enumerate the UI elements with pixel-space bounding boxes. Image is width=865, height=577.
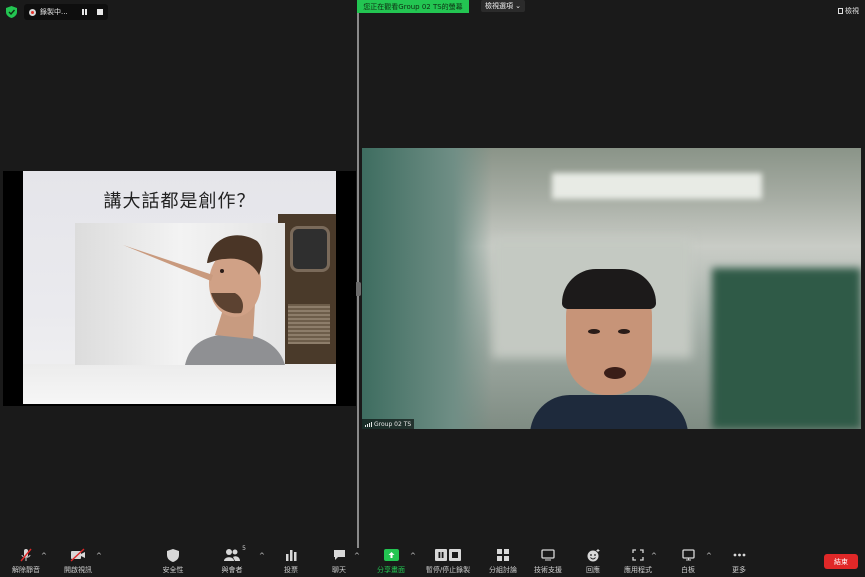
- breakout-rooms-icon: [497, 549, 509, 561]
- end-meeting-button[interactable]: 結束: [824, 554, 858, 569]
- reactions-button[interactable]: 回應: [571, 548, 615, 575]
- polls-bar-icon: [286, 550, 297, 561]
- chat-label: 聊天: [332, 566, 346, 574]
- remote-support-icon: [541, 549, 555, 561]
- whiteboards-label: 白板: [681, 566, 695, 574]
- pause-recording-icon[interactable]: [81, 9, 87, 15]
- audio-options-caret[interactable]: ^: [41, 552, 47, 560]
- share-screen-button[interactable]: 分享畫面: [369, 548, 413, 575]
- pause-stop-recording-button[interactable]: 暫停/停止錄製: [426, 548, 470, 575]
- participant-person: [530, 269, 688, 429]
- breakout-rooms-label: 分組討論: [489, 566, 517, 574]
- support-button[interactable]: 技術支援: [526, 548, 570, 575]
- shield-icon: [167, 548, 179, 562]
- slide-table-surface: [23, 364, 336, 404]
- whiteboard-icon: [681, 549, 695, 561]
- share-screen-label: 分享畫面: [377, 566, 405, 574]
- view-button[interactable]: 檢視: [838, 6, 859, 16]
- presentation-slide: 講大話都是創作？: [23, 171, 336, 404]
- signal-strength-icon: [365, 421, 372, 427]
- stop-recording-icon[interactable]: [96, 9, 103, 15]
- pause-stop-icon: [435, 549, 461, 561]
- vintage-tv-image: [278, 214, 336, 364]
- viewing-screen-banner: 您正在觀看Group 02 TS的螢幕: [357, 0, 469, 13]
- apps-label: 應用程式: [624, 566, 652, 574]
- security-button[interactable]: 安全性: [151, 548, 195, 575]
- whiteboards-button[interactable]: 白板: [666, 548, 710, 575]
- participants-count: 5: [242, 545, 246, 552]
- start-video-label: 開啟視訊: [64, 566, 92, 574]
- participant-video: [362, 148, 861, 429]
- video-options-caret[interactable]: ^: [96, 552, 102, 560]
- pause-stop-recording-label: 暫停/停止錄製: [425, 566, 471, 574]
- participants-label: 與會者: [221, 566, 243, 574]
- reactions-label: 回應: [586, 566, 600, 574]
- chat-bubble-icon: [333, 550, 345, 560]
- slide-photo-man-long-nose: [75, 223, 285, 365]
- video-off-icon: [70, 548, 85, 562]
- meeting-toolbar: 解除靜音 ^ 開啟視訊 ^ 安全性 5 與會者 ^ 投票 聊天 ^ 分享畫面 ^…: [0, 545, 865, 577]
- slide-title: 講大話都是創作？: [103, 191, 256, 212]
- security-shield-icon[interactable]: [6, 6, 17, 18]
- unmute-label: 解除靜音: [12, 566, 40, 574]
- split-divider[interactable]: [357, 13, 359, 548]
- more-label: 更多: [732, 566, 746, 574]
- share-options-caret[interactable]: ^: [410, 552, 416, 560]
- reactions-smiley-icon: [587, 548, 599, 561]
- apps-icon: [632, 549, 644, 561]
- share-screen-icon: [383, 549, 399, 561]
- view-button-label: 檢視: [845, 7, 859, 15]
- breakout-rooms-button[interactable]: 分組討論: [481, 548, 525, 575]
- security-label: 安全性: [162, 566, 184, 574]
- view-options-button[interactable]: 檢視選項 ⌄: [481, 0, 525, 12]
- whiteboards-options-caret[interactable]: ^: [706, 552, 712, 560]
- recording-indicator: 錄製中...: [24, 4, 108, 20]
- chat-options-caret[interactable]: ^: [354, 552, 360, 560]
- microphone-muted-icon: [20, 548, 32, 562]
- polls-button[interactable]: 投票: [269, 548, 313, 575]
- more-button[interactable]: 更多: [717, 548, 761, 575]
- support-label: 技術支援: [534, 566, 562, 574]
- recording-label: 錄製中...: [40, 8, 68, 16]
- participants-icon: [224, 549, 240, 561]
- start-video-button[interactable]: 開啟視訊: [56, 548, 100, 575]
- view-layout-icon: [838, 8, 843, 14]
- participants-button[interactable]: 5 與會者: [210, 545, 254, 575]
- participants-options-caret[interactable]: ^: [259, 552, 265, 560]
- more-dots-icon: [733, 553, 745, 557]
- record-icon: [29, 8, 36, 16]
- apps-options-caret[interactable]: ^: [651, 552, 657, 560]
- participant-name: Group 02 TS: [374, 420, 412, 428]
- polls-label: 投票: [284, 566, 298, 574]
- shared-screen: 講大話都是創作？: [3, 171, 356, 406]
- participant-name-tag: Group 02 TS: [362, 419, 415, 429]
